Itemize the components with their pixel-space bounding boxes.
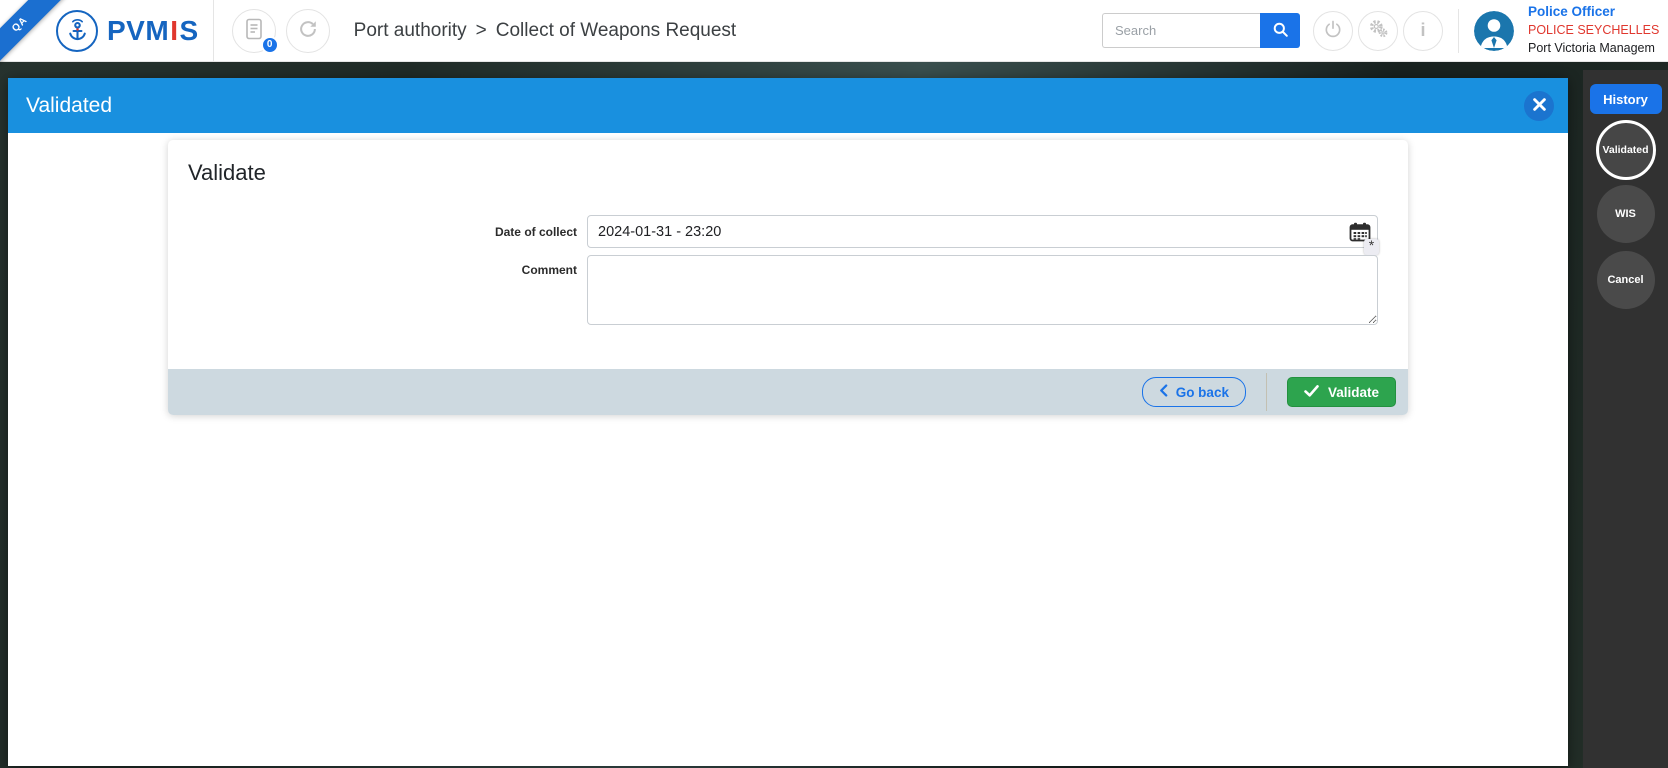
user-icon — [1474, 10, 1514, 51]
date-of-collect-label: Date of collect — [494, 225, 577, 239]
power-icon — [1323, 19, 1343, 42]
app-logo[interactable]: PVMIS — [56, 9, 199, 52]
user-role: Police Officer — [1528, 4, 1616, 20]
validate-card: Validate Date of collect 2024-01-31 - 23… — [168, 140, 1408, 415]
dialog-title: Validated — [26, 93, 113, 117]
breadcrumb-module[interactable]: Port authority — [354, 20, 467, 41]
go-back-label: Go back — [1175, 384, 1229, 400]
history-sidebar: History Validated WIS Cancel — [1583, 70, 1668, 768]
user-organization: POLICE SEYCHELLES — [1528, 23, 1660, 38]
date-of-collect-row: Date of collect 2024-01-31 - 23:20 * — [168, 215, 1408, 255]
check-icon — [1304, 384, 1319, 400]
search-icon — [1271, 20, 1290, 42]
comment-label: Comment — [521, 263, 577, 277]
step-validated[interactable]: Validated — [1595, 120, 1656, 180]
wordmark-i: I — [170, 14, 179, 46]
user-info: Police Officer POLICE SEYCHELLES Port Vi… — [1528, 4, 1668, 56]
info-icon: i — [1420, 20, 1426, 40]
close-button[interactable] — [1524, 90, 1554, 121]
search-button[interactable] — [1260, 13, 1300, 48]
step-wis[interactable]: WIS — [1596, 185, 1655, 243]
card-title: Validate — [188, 160, 266, 185]
step-validated-label: Validated — [1602, 144, 1649, 156]
qa-ribbon-label: QA — [10, 14, 30, 35]
required-asterisk-badge: * — [1364, 237, 1379, 255]
validated-dialog: Validated Validate Date of collect 2024-… — [8, 78, 1568, 766]
wordmark-s: S — [179, 14, 199, 46]
wordmark: PVMIS — [107, 15, 199, 47]
avatar[interactable] — [1474, 10, 1514, 51]
comment-textarea[interactable] — [587, 255, 1378, 325]
refresh-button[interactable] — [285, 8, 330, 53]
search-input[interactable] — [1102, 13, 1260, 48]
settings-button[interactable] — [1358, 10, 1398, 51]
dialog-banner: Validated — [8, 78, 1568, 133]
comment-row: Comment — [168, 255, 1408, 330]
validate-label: Validate — [1327, 384, 1379, 400]
chevron-left-icon — [1159, 384, 1168, 400]
document-icon — [244, 17, 264, 44]
header-divider — [1458, 8, 1459, 53]
history-button[interactable]: History — [1589, 84, 1662, 114]
date-of-collect-field: * — [587, 215, 1379, 255]
wordmark-pvm: PVM — [107, 14, 170, 46]
info-button[interactable]: i — [1403, 10, 1443, 51]
logout-button[interactable] — [1313, 10, 1353, 51]
qa-ribbon-band: QA — [0, 0, 68, 72]
search-box — [1102, 13, 1300, 48]
documents-button[interactable]: 0 — [231, 8, 279, 54]
header-icon-group: i — [1313, 10, 1443, 51]
qa-ribbon: QA — [0, 0, 72, 72]
close-icon — [1532, 97, 1546, 114]
step-cancel[interactable]: Cancel — [1596, 251, 1655, 309]
date-of-collect-input[interactable] — [587, 215, 1378, 248]
refresh-icon — [297, 18, 319, 43]
breadcrumb-page: Collect of Weapons Request — [495, 19, 737, 41]
gear-icon — [1367, 18, 1389, 43]
breadcrumb: Port authority > Collect of Weapons Reques… — [354, 20, 737, 42]
breadcrumb-separator: > — [475, 19, 487, 41]
documents-count-badge: 0 — [260, 35, 279, 54]
step-wis-label: WIS — [1615, 208, 1636, 220]
go-back-button[interactable]: Go back — [1141, 377, 1246, 407]
user-entity: Port Victoria Managem — [1528, 40, 1655, 55]
validate-form: Date of collect 2024-01-31 - 23:20 * Com… — [168, 215, 1408, 330]
step-cancel-label: Cancel — [1607, 274, 1644, 286]
footer-divider — [1265, 373, 1267, 411]
header-divider — [212, 0, 214, 62]
comment-field — [587, 255, 1378, 330]
top-header: QA PVMIS 0 Port authority > Collect of W… — [0, 0, 1668, 72]
validate-button[interactable]: Validate — [1286, 377, 1396, 407]
card-footer: Go back Validate — [168, 369, 1408, 415]
